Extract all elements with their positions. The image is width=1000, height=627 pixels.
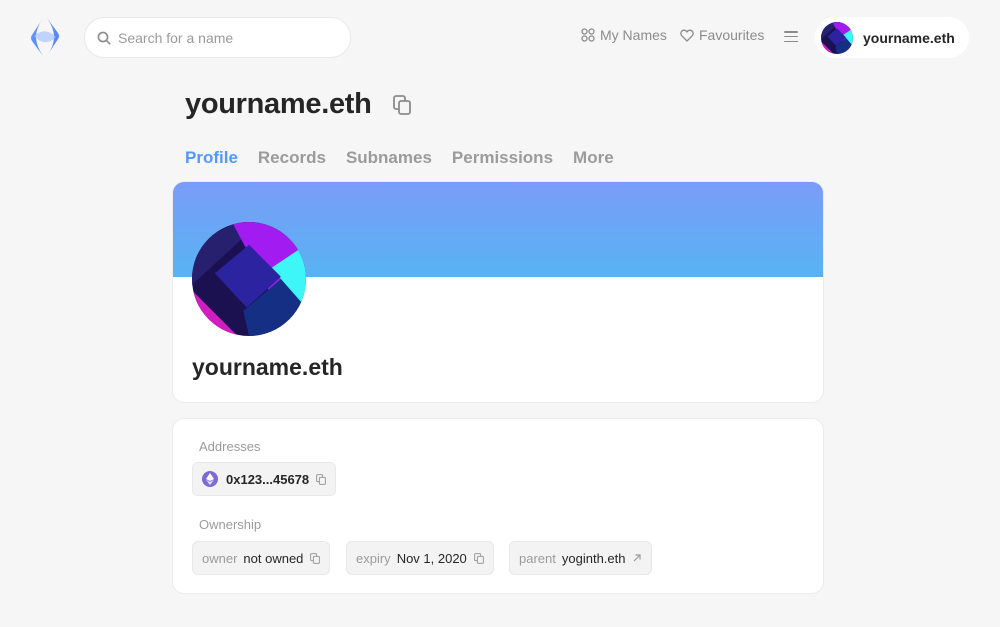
menu-icon[interactable] [784, 31, 798, 43]
expiry-key: expiry [356, 550, 391, 566]
ens-logo-icon[interactable] [26, 16, 64, 58]
heart-icon [680, 29, 694, 42]
search-icon [97, 31, 111, 45]
owner-key: owner [202, 550, 238, 566]
my-names-label: My Names [600, 27, 667, 43]
grid-icon [581, 28, 595, 42]
parent-pill[interactable]: parent yoginth.eth [509, 541, 653, 575]
copy-icon[interactable] [393, 95, 411, 115]
search-bar[interactable]: Search for a name [84, 17, 351, 58]
tab-permissions[interactable]: Permissions [452, 148, 553, 168]
arrow-up-right-icon[interactable] [632, 553, 642, 563]
profile-card: yourname.eth [172, 181, 824, 403]
ownership-label: Ownership [199, 517, 262, 532]
copy-icon[interactable] [316, 473, 327, 485]
owner-pill[interactable]: owner not owned [192, 541, 331, 575]
expiry-value: Nov 1, 2020 [396, 550, 467, 566]
eth-address-pill[interactable]: 0x123...45678 [192, 462, 337, 496]
account-name: yourname.eth [863, 29, 955, 46]
account-button[interactable]: yourname.eth [815, 17, 969, 58]
owner-value: not owned [243, 550, 304, 566]
parent-key: parent [519, 550, 556, 566]
favourites-label: Favourites [699, 27, 765, 43]
expiry-pill[interactable]: expiry Nov 1, 2020 [346, 541, 494, 575]
search-input[interactable]: Search for a name [118, 30, 233, 46]
copy-icon[interactable] [310, 552, 321, 564]
tab-subnames[interactable]: Subnames [346, 148, 432, 168]
copy-icon[interactable] [473, 552, 484, 564]
page-title: yourname.eth [185, 88, 372, 120]
avatar [821, 21, 853, 54]
profile-name: yourname.eth [192, 354, 343, 380]
tab-more[interactable]: More [573, 148, 614, 168]
parent-value: yoginth.eth [561, 550, 626, 566]
tab-profile[interactable]: Profile [185, 148, 238, 168]
records-card: Addresses 0x123...45678 Ownership owner … [172, 418, 824, 594]
tab-records[interactable]: Records [258, 148, 326, 168]
tab-bar: Profile Records Subnames Permissions Mor… [185, 148, 634, 168]
eth-icon [202, 471, 218, 487]
addresses-label: Addresses [199, 439, 261, 454]
profile-avatar [192, 222, 306, 336]
eth-address-value: 0x123...45678 [226, 471, 310, 487]
favourites-link[interactable]: Favourites [680, 27, 764, 43]
my-names-link[interactable]: My Names [581, 27, 667, 43]
